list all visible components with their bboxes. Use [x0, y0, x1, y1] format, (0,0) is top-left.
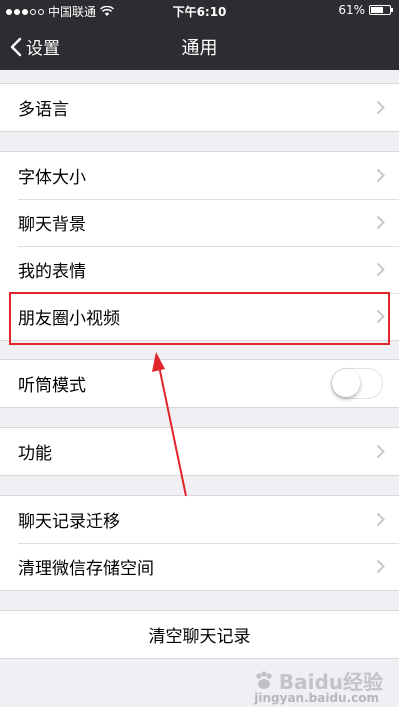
list-item-label: 字体大小 [18, 168, 86, 188]
paw-icon [256, 670, 272, 689]
list-item-chat-migration[interactable]: 聊天记录迁移 [0, 496, 399, 543]
list-item-label: 听筒模式 [18, 376, 86, 396]
watermark: Baidu经验 jingyan.baidu.com [253, 666, 383, 705]
clear-chat-history-button[interactable]: 清空聊天记录 [0, 611, 399, 658]
group-language: 多语言 [0, 83, 399, 132]
list-item-my-stickers[interactable]: 我的表情 [0, 246, 399, 293]
watermark-sub: jingyan.baidu.com [254, 691, 379, 705]
list-item-language[interactable]: 多语言 [0, 84, 399, 131]
list-item-label: 聊天记录迁移 [18, 512, 120, 532]
earpiece-mode-toggle[interactable] [331, 368, 383, 399]
clear-chat-history-label: 清空聊天记录 [148, 627, 251, 647]
list-item-label: 多语言 [18, 100, 69, 120]
highlight-box [9, 292, 390, 345]
list-item-font-size[interactable]: 字体大小 [0, 152, 399, 199]
list-item-chat-background[interactable]: 聊天背景 [0, 199, 399, 246]
toggle-knob [332, 369, 360, 397]
chevron-right-icon [376, 262, 385, 277]
chevron-right-icon [376, 100, 385, 115]
battery-icon [369, 5, 393, 15]
group-earpiece: 听筒模式 [0, 359, 399, 408]
chevron-right-icon [376, 168, 385, 183]
navigation-bar: 设置 通用 [0, 22, 399, 70]
group-clear-history: 清空聊天记录 [0, 610, 399, 659]
chevron-right-icon [376, 215, 385, 230]
list-item-label: 聊天背景 [18, 215, 86, 235]
battery-percent: 61% [338, 3, 365, 17]
list-item-label: 我的表情 [18, 262, 86, 282]
page-title: 通用 [181, 38, 218, 59]
list-item-clean-storage[interactable]: 清理微信存储空间 [0, 543, 399, 590]
group-storage: 聊天记录迁移 清理微信存储空间 [0, 495, 399, 591]
status-bar: 中国联通 下午6:10 61% [0, 0, 399, 22]
top-bar: 中国联通 下午6:10 61% 设置 通用 [0, 0, 399, 70]
group-features: 功能 [0, 427, 399, 476]
list-item-earpiece-mode: 听筒模式 [0, 360, 399, 407]
list-item-label: 功能 [18, 444, 52, 464]
list-item-label: 清理微信存储空间 [18, 559, 154, 579]
chevron-right-icon [376, 559, 385, 574]
chevron-right-icon [376, 444, 385, 459]
list-item-features[interactable]: 功能 [0, 428, 399, 475]
chevron-right-icon [376, 512, 385, 527]
